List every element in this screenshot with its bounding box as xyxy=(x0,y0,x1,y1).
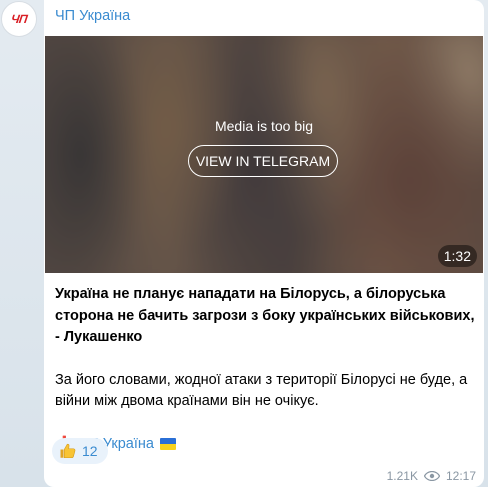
video-preview[interactable]: Media is too big VIEW IN TELEGRAM 1:32 xyxy=(45,36,483,273)
media-too-big-notice: Media is too big xyxy=(214,118,314,134)
thumbs-up-icon xyxy=(60,443,76,459)
message-meta: 1.21K 12:17 xyxy=(387,469,476,483)
message-body: За його словами, жодної атаки з територі… xyxy=(55,371,468,410)
ukraine-flag-icon xyxy=(159,438,176,451)
view-count: 1.21K xyxy=(386,469,418,483)
channel-name[interactable]: ЧП Україна xyxy=(55,8,130,24)
message-text: Україна не планує нападати на Білорусь, … xyxy=(55,284,475,455)
message-signature: ❗ ЧП Україна xyxy=(55,434,475,456)
message-time: 12:17 xyxy=(445,469,476,483)
message-bubble: ЧП Україна Media is too big VIEW IN TELE… xyxy=(44,0,484,487)
video-duration-badge: 1:32 xyxy=(437,245,477,267)
chat-view: ЧП ЧП Україна Media is too big VIEW IN T… xyxy=(0,0,488,487)
reaction-thumbs-up[interactable]: 12 xyxy=(52,438,108,464)
eye-icon xyxy=(423,471,440,481)
view-in-telegram-button[interactable]: VIEW IN TELEGRAM xyxy=(188,145,338,177)
message-headline: Україна не планує нападати на Білорусь, … xyxy=(55,286,475,345)
reaction-count: 12 xyxy=(82,443,98,459)
channel-avatar-logo: ЧП xyxy=(9,12,29,26)
channel-avatar[interactable]: ЧП xyxy=(1,1,37,37)
